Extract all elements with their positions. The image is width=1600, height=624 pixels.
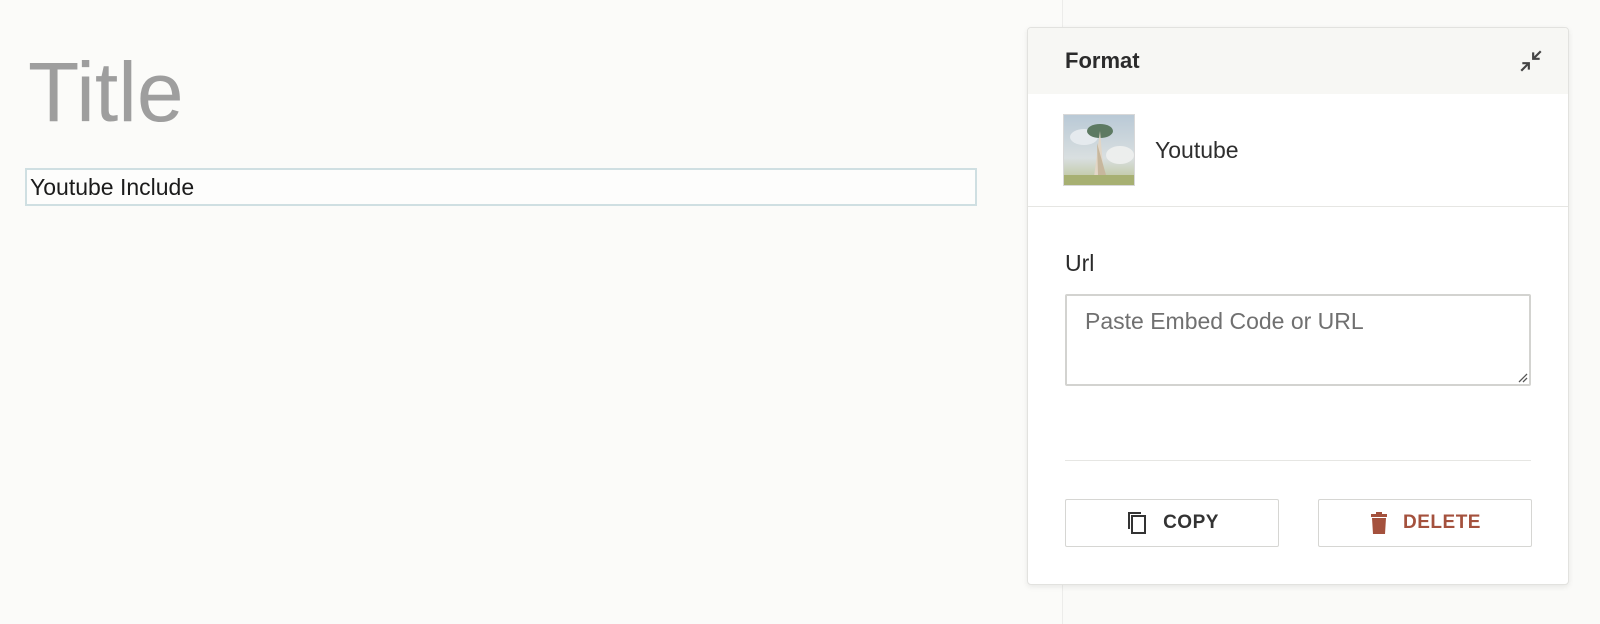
delete-label: DELETE	[1403, 512, 1481, 533]
panel-header: Format	[1028, 28, 1568, 94]
painting-thumbnail	[1063, 114, 1135, 186]
url-input[interactable]	[1065, 294, 1531, 386]
collapse-button[interactable]	[1516, 46, 1546, 76]
youtube-include-block[interactable]: Youtube Include	[25, 168, 977, 206]
embed-type-row[interactable]: Youtube	[1028, 94, 1568, 207]
panel-title: Format	[1065, 48, 1140, 73]
trash-icon	[1369, 511, 1389, 535]
delete-button[interactable]: DELETE	[1318, 499, 1532, 547]
editor-canvas: Title Youtube Include	[0, 0, 1062, 624]
url-label: Url	[1065, 250, 1095, 276]
copy-label: COPY	[1163, 512, 1219, 533]
format-panel: Format Youtube Url Paste Embed Code or U…	[1027, 27, 1569, 585]
copy-icon	[1125, 510, 1149, 536]
copy-button[interactable]: COPY	[1065, 499, 1279, 547]
collapse-arrows-icon	[1520, 50, 1542, 72]
page-title[interactable]: Title	[28, 44, 184, 140]
block-label: Youtube Include	[30, 173, 195, 200]
resize-grip-icon[interactable]	[1516, 371, 1528, 383]
divider	[1065, 460, 1531, 461]
embed-type-name: Youtube	[1155, 136, 1239, 163]
